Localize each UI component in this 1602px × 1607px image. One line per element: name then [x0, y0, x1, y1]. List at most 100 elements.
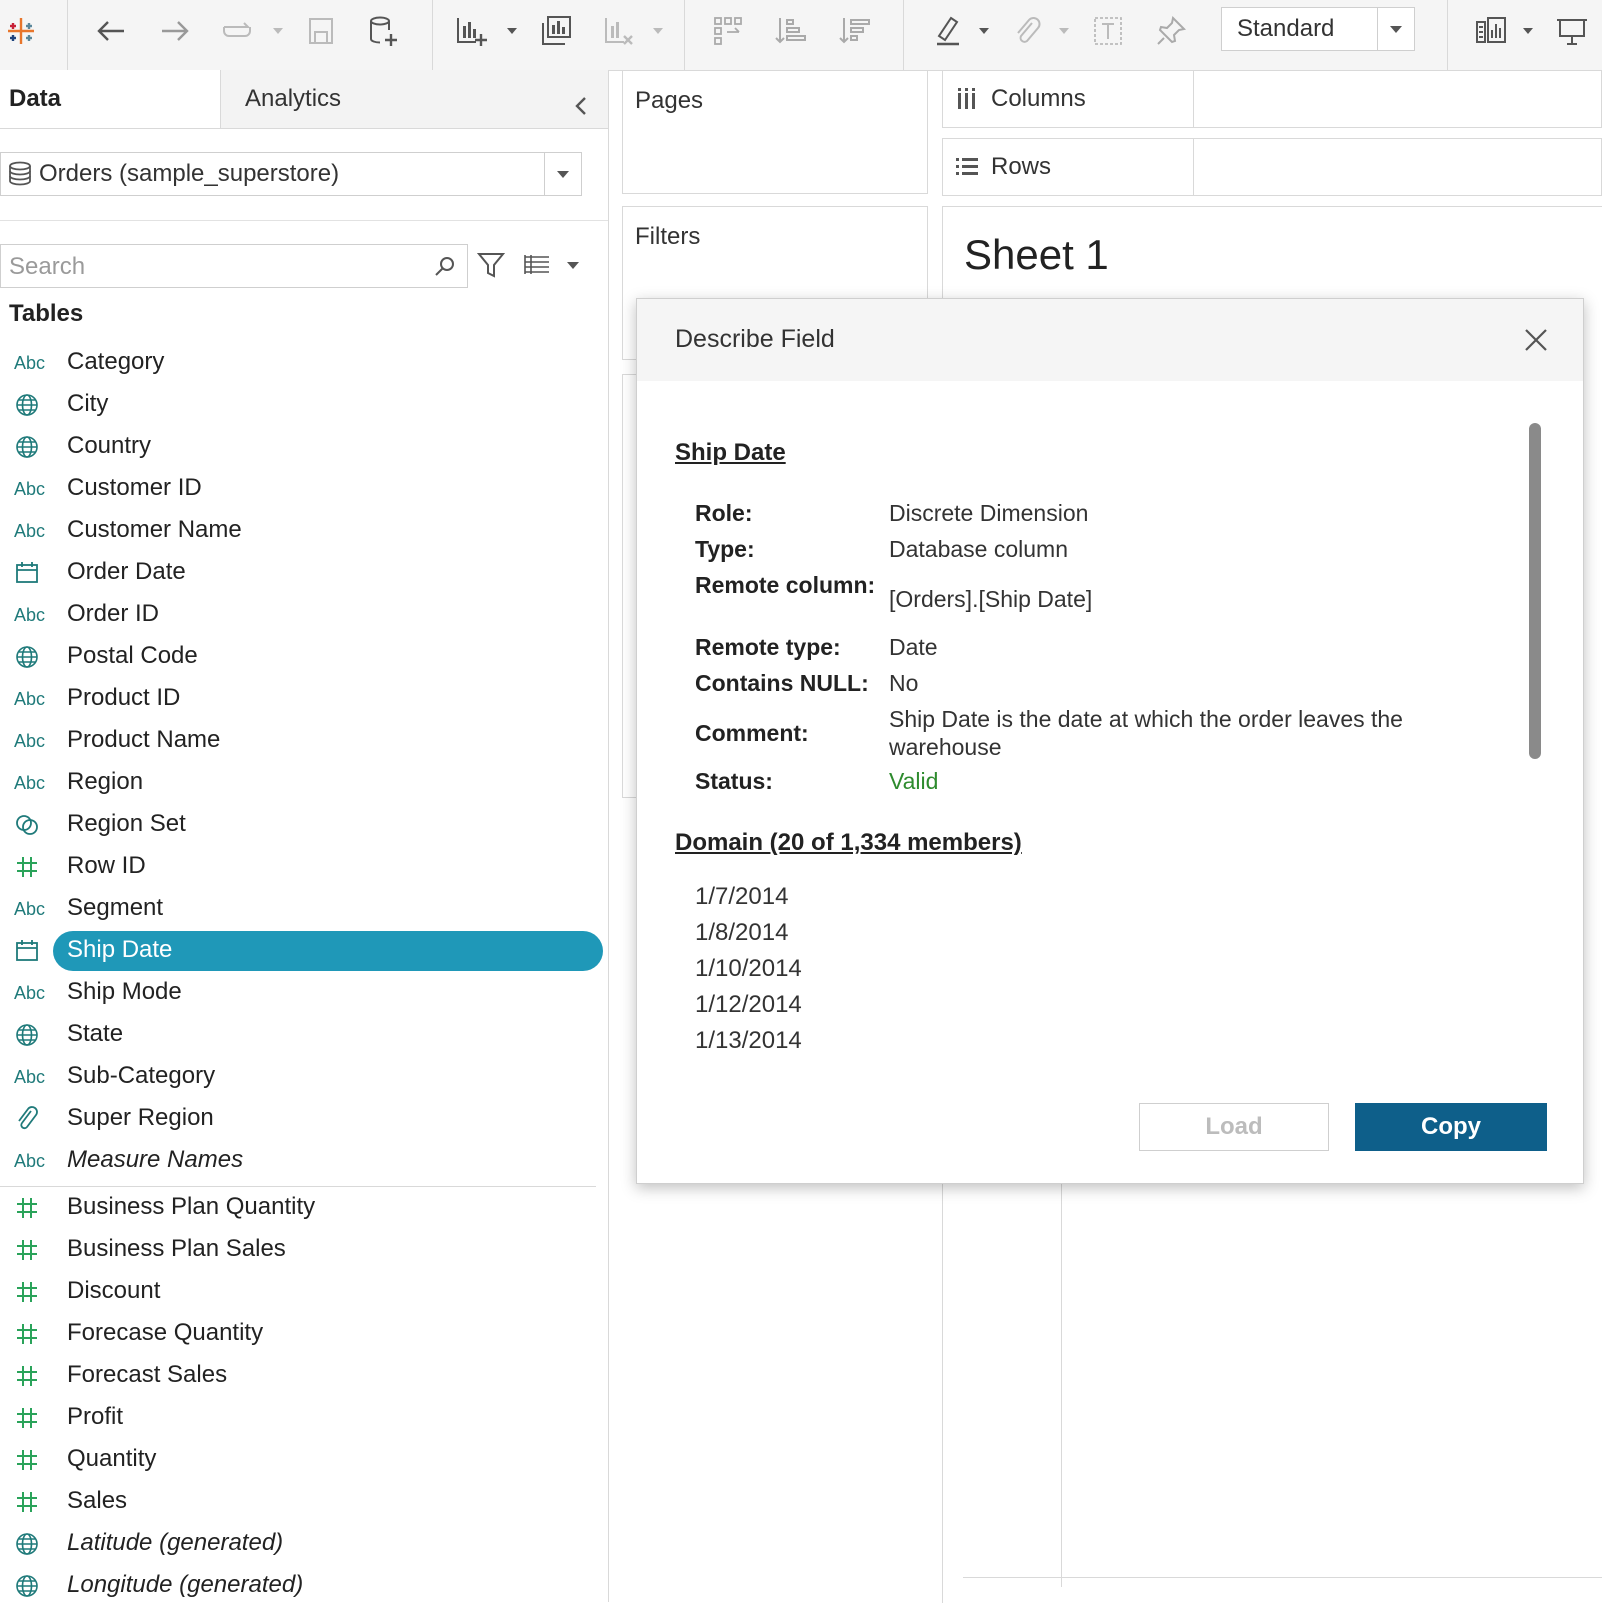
domain-value: 1/7/2014: [695, 883, 789, 910]
hash-icon: [14, 1237, 48, 1263]
field-label: Region Set: [67, 810, 186, 837]
attach-icon[interactable]: [1006, 10, 1048, 52]
property-value: No: [889, 670, 919, 696]
swap-icon[interactable]: [216, 10, 258, 52]
sort-ascending-icon[interactable]: [770, 10, 812, 52]
field-item[interactable]: Abc Measure Names: [0, 1140, 608, 1182]
field-item[interactable]: Quantity: [0, 1439, 608, 1481]
copy-button[interactable]: Copy: [1355, 1103, 1547, 1151]
field-label: Region: [67, 768, 144, 795]
field-label: City: [67, 390, 109, 417]
field-item[interactable]: Ship Date: [0, 930, 608, 972]
chevron-down-icon[interactable]: [652, 24, 664, 36]
chevron-down-icon[interactable]: [1522, 24, 1534, 36]
field-item[interactable]: Business Plan Quantity: [0, 1187, 608, 1229]
clear-sheet-icon[interactable]: [598, 10, 640, 52]
field-item[interactable]: Longitude (generated): [0, 1565, 608, 1607]
undo-icon[interactable]: [90, 10, 132, 52]
tab-data[interactable]: Data: [0, 70, 220, 128]
search-icon[interactable]: [433, 254, 457, 278]
hash-icon: [14, 1489, 48, 1515]
field-label: State: [67, 1020, 124, 1047]
chevron-down-icon[interactable]: [272, 24, 284, 36]
new-worksheet-icon[interactable]: [450, 10, 492, 52]
search-field[interactable]: [0, 244, 468, 288]
globe-icon: [14, 392, 48, 418]
field-label: Measure Names: [67, 1146, 244, 1173]
group-icon[interactable]: [707, 10, 749, 52]
sheet-title[interactable]: Sheet 1: [964, 231, 1109, 279]
field-label: Longitude (generated): [67, 1571, 304, 1598]
presentation-icon[interactable]: [1551, 10, 1593, 52]
duplicate-sheet-icon[interactable]: [535, 10, 577, 52]
chevron-down-icon[interactable]: [506, 24, 518, 36]
chevron-down-icon[interactable]: [978, 24, 990, 36]
columns-shelf[interactable]: Columns: [942, 70, 1602, 128]
field-item[interactable]: State: [0, 1014, 608, 1056]
field-item[interactable]: Abc Product ID: [0, 678, 608, 720]
chevron-down-icon[interactable]: [1377, 8, 1414, 50]
tab-analytics[interactable]: Analytics: [220, 70, 608, 128]
field-item[interactable]: Sales: [0, 1481, 608, 1523]
chevron-down-icon[interactable]: [1058, 24, 1070, 36]
set-icon: [14, 812, 48, 838]
dialog-scrollbar[interactable]: [1529, 423, 1541, 759]
field-item[interactable]: Abc Category: [0, 342, 608, 384]
field-item[interactable]: Abc Sub-Category: [0, 1056, 608, 1098]
field-item[interactable]: Country: [0, 426, 608, 468]
field-item[interactable]: City: [0, 384, 608, 426]
field-item[interactable]: Abc Order ID: [0, 594, 608, 636]
field-item[interactable]: Abc Product Name: [0, 720, 608, 762]
field-item[interactable]: Discount: [0, 1271, 608, 1313]
field-item[interactable]: Abc Customer Name: [0, 510, 608, 552]
toolbar: Standard: [0, 0, 1602, 71]
field-item[interactable]: Postal Code: [0, 636, 608, 678]
close-icon[interactable]: [1523, 327, 1549, 353]
hash-icon: [14, 1321, 48, 1347]
hash-icon: [14, 1279, 48, 1305]
search-input[interactable]: [7, 249, 431, 285]
new-datasource-icon[interactable]: [362, 10, 404, 52]
text-icon[interactable]: [1087, 10, 1129, 52]
save-icon[interactable]: [300, 10, 342, 52]
field-item[interactable]: Abc Region: [0, 762, 608, 804]
pages-shelf[interactable]: Pages: [622, 70, 928, 194]
abc-icon: Abc: [14, 772, 46, 793]
pin-icon[interactable]: [1150, 10, 1192, 52]
highlight-icon[interactable]: [927, 10, 969, 52]
field-item[interactable]: Forecast Sales: [0, 1355, 608, 1397]
chevron-left-icon[interactable]: [573, 84, 597, 115]
field-item[interactable]: Row ID: [0, 846, 608, 888]
pages-shelf-title: Pages: [635, 87, 704, 114]
field-item[interactable]: Business Plan Sales: [0, 1229, 608, 1271]
list-view-icon[interactable]: [522, 252, 552, 278]
view-mode-select[interactable]: Standard: [1221, 7, 1415, 51]
hash-icon: [14, 1195, 48, 1221]
sort-descending-icon[interactable]: [834, 10, 876, 52]
datasource-select[interactable]: Orders (sample_superstore): [0, 152, 582, 196]
property-value: Ship Date is the date at which the order…: [889, 706, 1403, 760]
redo-icon[interactable]: [154, 10, 196, 52]
filter-icon[interactable]: [476, 248, 506, 282]
chevron-down-icon[interactable]: [566, 258, 580, 272]
chevron-down-icon[interactable]: [544, 153, 581, 195]
field-item[interactable]: Profit: [0, 1397, 608, 1439]
field-item[interactable]: Region Set: [0, 804, 608, 846]
domain-value: 1/10/2014: [695, 955, 802, 982]
abc-icon: Abc: [14, 1066, 46, 1087]
field-item[interactable]: Forecase Quantity: [0, 1313, 608, 1355]
field-item[interactable]: Abc Customer ID: [0, 468, 608, 510]
field-item[interactable]: Super Region: [0, 1098, 608, 1140]
rows-shelf-label: Rows: [943, 139, 1194, 195]
rows-shelf[interactable]: Rows: [942, 138, 1602, 196]
load-button[interactable]: Load: [1139, 1103, 1329, 1151]
describe-field-dialog: Describe Field Ship Date Role: Discrete …: [636, 298, 1584, 1184]
show-me-icon[interactable]: [1470, 10, 1512, 52]
field-item[interactable]: Order Date: [0, 552, 608, 594]
tab-analytics-label: Analytics: [245, 85, 342, 112]
tableau-logo-icon[interactable]: [0, 10, 42, 52]
field-item[interactable]: Abc Segment: [0, 888, 608, 930]
field-item[interactable]: Abc Ship Mode: [0, 972, 608, 1014]
field-item[interactable]: Latitude (generated): [0, 1523, 608, 1565]
calendar-icon: [14, 560, 48, 586]
